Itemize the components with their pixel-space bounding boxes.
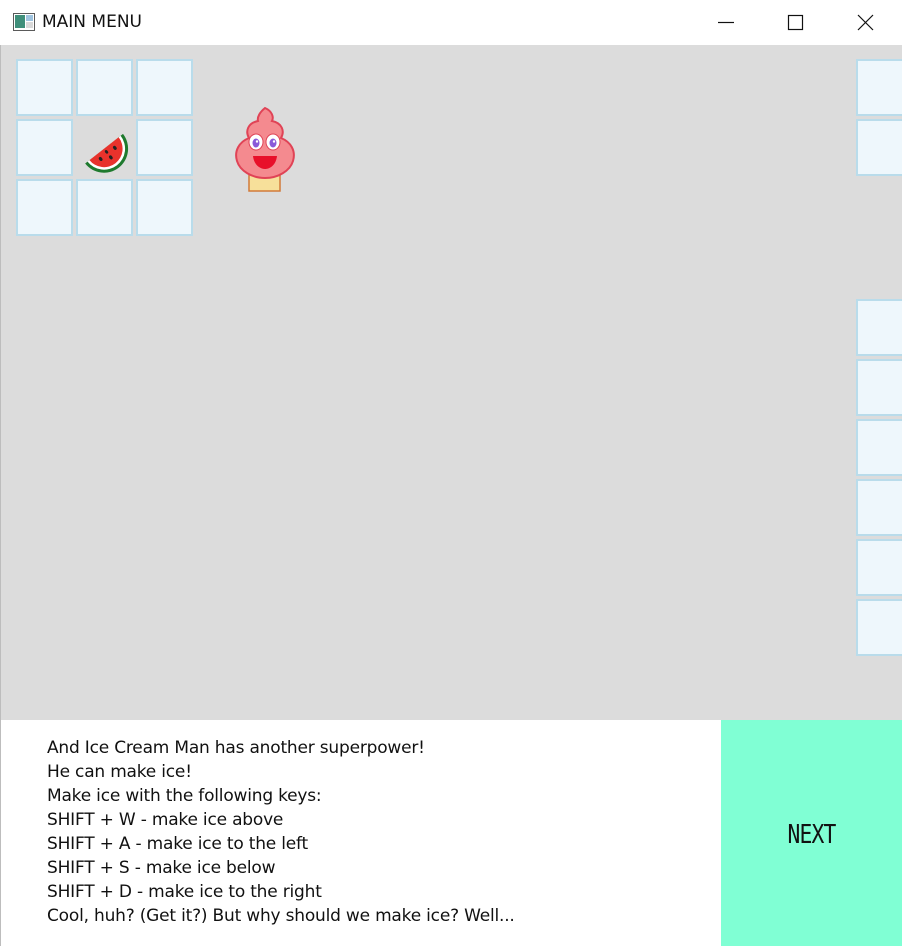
ice-block bbox=[856, 59, 902, 116]
next-button-label: NEXT bbox=[787, 820, 836, 850]
next-button[interactable]: NEXT bbox=[721, 720, 902, 946]
dialog-line: SHIFT + W - make ice above bbox=[47, 810, 284, 830]
ice-block bbox=[136, 119, 193, 176]
ice-block bbox=[856, 479, 902, 536]
ice-block bbox=[16, 119, 73, 176]
window-title: MAIN MENU bbox=[42, 12, 142, 32]
close-icon bbox=[857, 14, 874, 31]
ice-block bbox=[856, 539, 902, 596]
ice-block bbox=[76, 59, 133, 116]
ice-block bbox=[76, 179, 133, 236]
game-board bbox=[0, 45, 902, 720]
ice-block bbox=[856, 359, 902, 416]
minimize-button[interactable] bbox=[694, 0, 758, 45]
minimize-icon bbox=[718, 21, 734, 24]
ice-cream-man-icon bbox=[230, 105, 300, 201]
dialog-line: SHIFT + D - make ice to the right bbox=[47, 882, 322, 902]
watermelon-slice-icon bbox=[82, 131, 136, 183]
ice-block bbox=[856, 599, 902, 656]
close-button[interactable] bbox=[834, 0, 898, 45]
title-bar: MAIN MENU bbox=[0, 0, 902, 46]
ice-block bbox=[856, 419, 902, 476]
ice-block bbox=[136, 179, 193, 236]
maximize-icon bbox=[787, 14, 804, 31]
app-window-icon bbox=[13, 13, 35, 31]
dialog-text: And Ice Cream Man has another superpower… bbox=[47, 736, 515, 928]
dialog-line: He can make ice! bbox=[47, 762, 192, 782]
ice-block bbox=[856, 119, 902, 176]
ice-block bbox=[16, 179, 73, 236]
ice-block bbox=[136, 59, 193, 116]
dialog-line: And Ice Cream Man has another superpower… bbox=[47, 738, 425, 758]
ice-block bbox=[16, 59, 73, 116]
dialog-line: SHIFT + S - make ice below bbox=[47, 858, 276, 878]
dialog-line: Cool, huh? (Get it?) But why should we m… bbox=[47, 906, 515, 926]
dialog-line: Make ice with the following keys: bbox=[47, 786, 322, 806]
dialog-line: SHIFT + A - make ice to the left bbox=[47, 834, 308, 854]
tutorial-dialog: And Ice Cream Man has another superpower… bbox=[0, 720, 720, 946]
maximize-button[interactable] bbox=[764, 0, 828, 45]
ice-block bbox=[856, 299, 902, 356]
